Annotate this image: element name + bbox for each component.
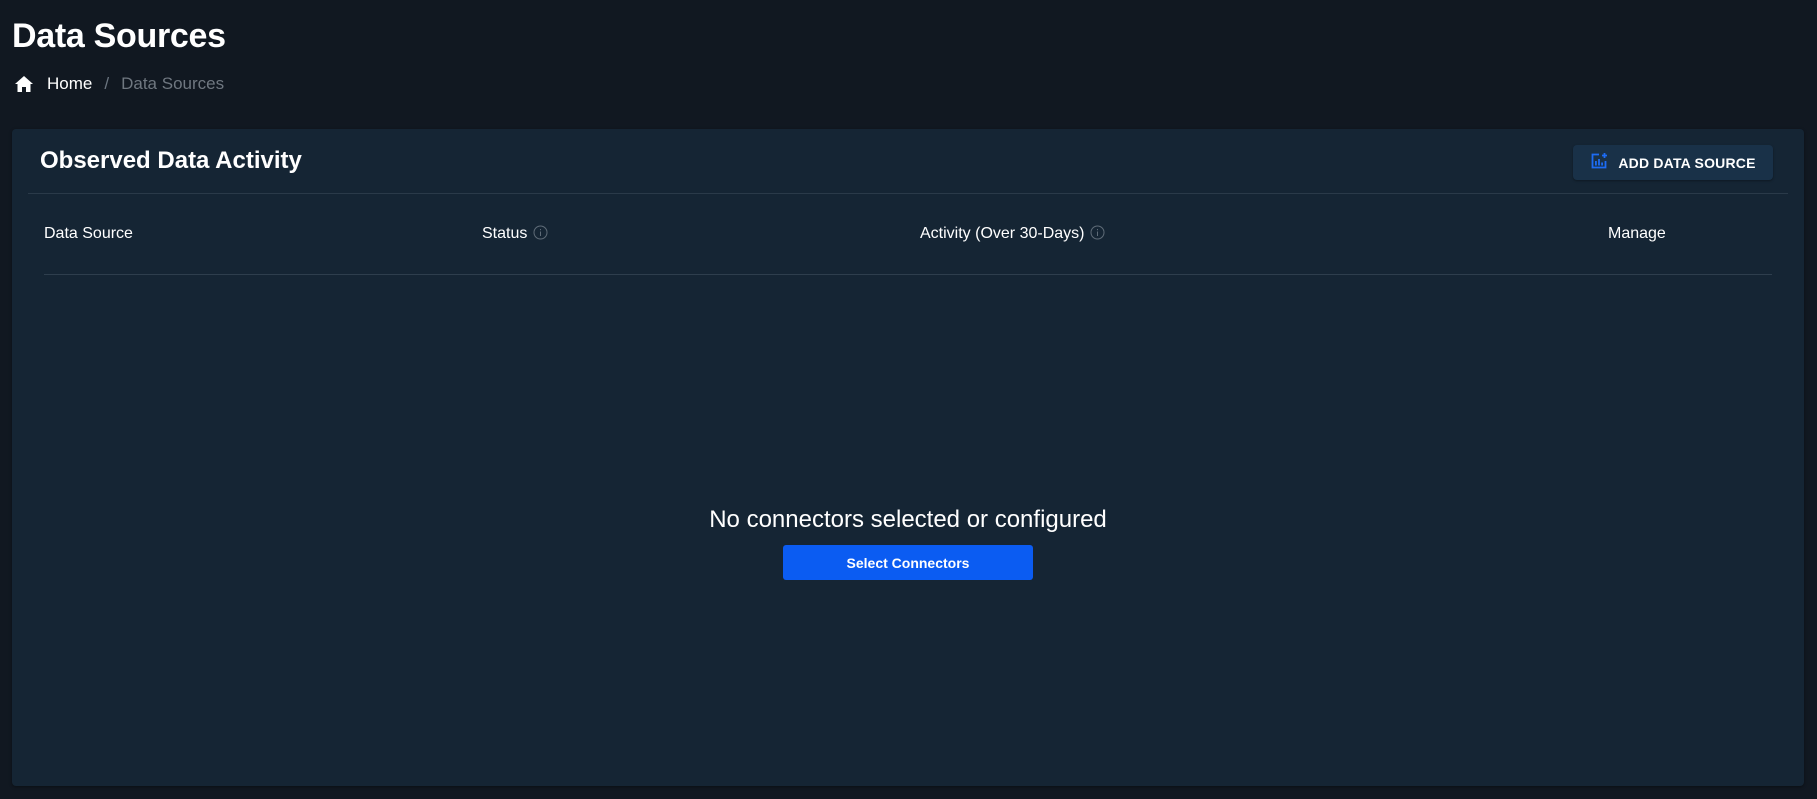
home-icon[interactable] [13,73,35,95]
column-header-manage: Manage [1608,194,1666,274]
column-header-data-source: Data Source [44,194,133,274]
table-header-row: Data Source Status Activity (Over 30-Day… [44,194,1772,275]
empty-state-message: No connectors selected or configured [709,506,1107,533]
select-connectors-button[interactable]: Select Connectors [783,545,1033,580]
breadcrumb-separator: / [104,74,110,93]
card-header: Observed Data Activity ADD DATA SOURCE [12,129,1804,194]
column-header-label: Data Source [44,225,133,242]
card-title: Observed Data Activity [40,147,302,174]
add-chart-icon [1590,152,1608,173]
page-title: Data Sources [12,17,226,55]
column-header-activity: Activity (Over 30-Days) [920,194,1105,274]
column-header-label: Manage [1608,225,1666,242]
add-data-source-button[interactable]: ADD DATA SOURCE [1573,145,1773,180]
column-header-status: Status [482,194,548,274]
empty-state: No connectors selected or configured Sel… [12,504,1804,580]
column-header-label: Activity (Over 30-Days) [920,225,1085,242]
status-info-icon[interactable] [533,225,548,240]
column-header-label: Status [482,225,528,242]
breadcrumb: Home / Data Sources [13,72,224,96]
breadcrumb-current: Data Sources [121,74,225,93]
breadcrumb-home-link[interactable]: Home [47,74,92,94]
add-data-source-label: ADD DATA SOURCE [1618,154,1756,171]
observed-data-activity-card: Observed Data Activity ADD DATA SOURCE D… [12,129,1804,786]
activity-info-icon[interactable] [1090,225,1105,240]
